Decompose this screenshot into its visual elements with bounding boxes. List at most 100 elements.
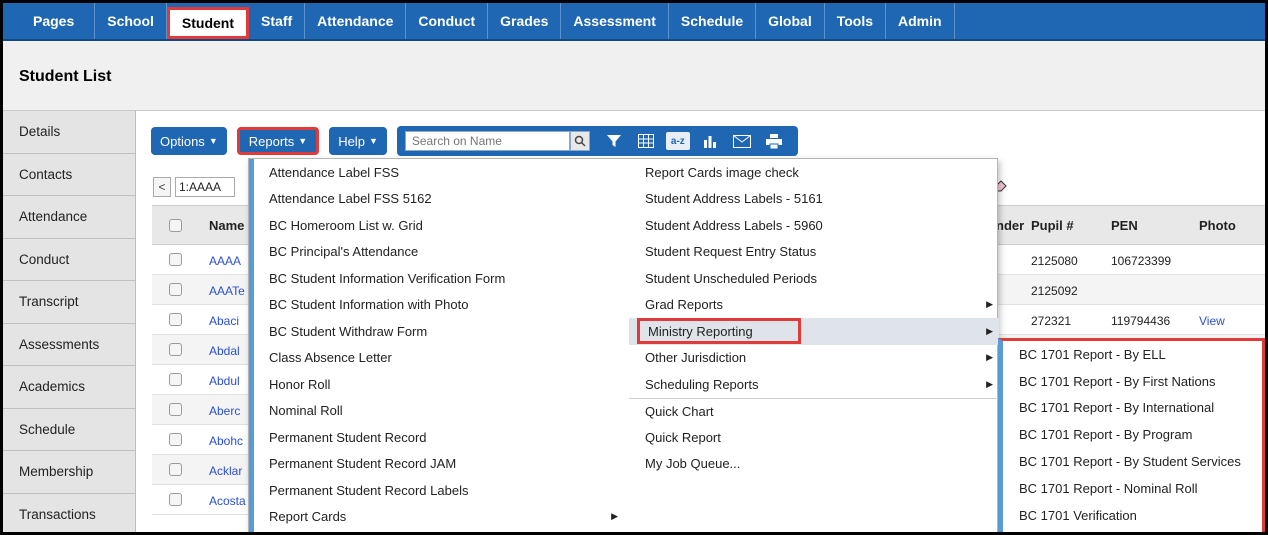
sidebar-item-transactions[interactable]: Transactions [3, 493, 135, 532]
student-name-link[interactable]: Acklar [209, 464, 242, 478]
menu-item[interactable]: BC Principal's Attendance [254, 239, 624, 266]
menu-item[interactable]: Class Absence Letter [254, 345, 624, 372]
sort-az-icon[interactable]: a-z [665, 132, 690, 150]
tab-pages[interactable]: Pages [3, 3, 96, 39]
grid-icon[interactable] [630, 129, 662, 153]
menu-item[interactable]: BC Student Information Verification Form [254, 265, 624, 292]
search-icon[interactable] [569, 131, 590, 151]
select-all-checkbox[interactable] [169, 219, 182, 232]
column-header-photo[interactable]: Photo [1199, 218, 1236, 233]
help-button[interactable]: Help ▼ [329, 127, 387, 155]
submenu-item[interactable]: BC 1701 Verification [1003, 502, 1262, 529]
menu-item[interactable]: Student Address Labels - 5960 [629, 212, 999, 239]
menu-item[interactable]: Permanent Student Record Labels [254, 477, 624, 504]
menu-item[interactable]: Attendance Label FSS [254, 159, 624, 186]
submenu-item-label: BC 1701 Report - By Student Services [1019, 454, 1241, 470]
menu-item[interactable]: My Job Queue... [629, 451, 999, 478]
photo-link[interactable]: View [1199, 314, 1225, 328]
tab-admin[interactable]: Admin [886, 3, 955, 39]
sidebar-item-schedule[interactable]: Schedule [3, 408, 135, 451]
menu-item[interactable]: BC Student Withdraw Form [254, 318, 624, 345]
side-navigation: Details Contacts Attendance Conduct Tran… [3, 111, 136, 532]
tab-school[interactable]: School [95, 3, 167, 39]
options-button[interactable]: Options ▼ [151, 127, 227, 155]
menu-item[interactable]: Ministry Reporting ▶ [629, 318, 999, 345]
menu-item[interactable]: Nominal Roll [254, 398, 624, 425]
search-input[interactable] [404, 131, 570, 151]
tab-attendance[interactable]: Attendance [305, 3, 407, 39]
student-name-link[interactable]: Abohc [209, 434, 243, 448]
tab-assessment[interactable]: Assessment [561, 3, 669, 39]
submenu-item[interactable]: BC 1701 Report - By Program [1003, 421, 1262, 448]
student-name-link[interactable]: Abdul [209, 374, 240, 388]
menu-item-label: Report Cards image check [645, 164, 799, 180]
student-name-link[interactable]: Abdal [209, 344, 240, 358]
submenu-item[interactable]: BC 1701 Report - By ELL [1003, 341, 1262, 368]
student-name-link[interactable]: Acosta [209, 494, 246, 508]
row-checkbox[interactable] [169, 493, 182, 506]
menu-item[interactable]: Quick Chart [629, 397, 999, 425]
student-name-link[interactable]: Aberc [209, 404, 240, 418]
student-name-link[interactable]: Abaci [209, 314, 239, 328]
submenu-item[interactable]: BC 1701 Report - By Student Services [1003, 448, 1262, 475]
menu-item[interactable]: Permanent Student Record [254, 424, 624, 451]
column-header-pen[interactable]: PEN [1111, 218, 1138, 233]
tab-student[interactable]: Student [166, 7, 250, 39]
menu-item[interactable]: Other Jurisdiction ▶ [629, 345, 999, 372]
app-window: Pages School Student Staff Attendance Co… [0, 0, 1268, 535]
student-name-link[interactable]: AAATe [209, 284, 245, 298]
menu-item[interactable]: BC Student Information with Photo [254, 292, 624, 319]
sidebar-item-transcript[interactable]: Transcript [3, 281, 135, 324]
submenu-item[interactable]: BC 1701 Report - Nominal Roll [1003, 475, 1262, 502]
pen-number: 106723399 [1111, 254, 1172, 268]
submenu-item[interactable]: BC 1701 Report - By First Nations [1003, 368, 1262, 395]
menu-item[interactable]: Grad Reports ▶ [629, 292, 999, 319]
row-checkbox[interactable] [169, 343, 182, 356]
tab-conduct[interactable]: Conduct [406, 3, 489, 39]
column-header-gender[interactable]: nder [996, 218, 1024, 233]
sidebar-item-conduct[interactable]: Conduct [3, 238, 135, 281]
reports-button[interactable]: Reports ▼ [236, 127, 320, 155]
print-icon[interactable] [758, 129, 790, 153]
menu-item[interactable]: Honor Roll [254, 371, 624, 398]
sidebar-item-contacts[interactable]: Contacts [3, 153, 135, 196]
student-name-link[interactable]: AAAA [209, 254, 241, 268]
row-checkbox[interactable] [169, 433, 182, 446]
tab-schedule[interactable]: Schedule [669, 3, 757, 39]
column-header-pupil[interactable]: Pupil # [1031, 218, 1074, 233]
row-checkbox[interactable] [169, 463, 182, 476]
filter-icon[interactable] [598, 129, 630, 153]
sidebar-item-membership[interactable]: Membership [3, 451, 135, 494]
tab-tools[interactable]: Tools [825, 3, 887, 39]
tab-global[interactable]: Global [756, 3, 825, 39]
row-checkbox[interactable] [169, 253, 182, 266]
menu-item[interactable]: Quick Report [629, 424, 999, 451]
row-checkbox[interactable] [169, 283, 182, 296]
bar-chart-icon[interactable] [694, 129, 726, 153]
help-label: Help [338, 133, 365, 149]
tab-staff[interactable]: Staff [249, 3, 306, 39]
previous-button[interactable]: < [153, 177, 171, 197]
menu-item[interactable]: Report Cards ▶ [254, 504, 624, 531]
menu-item[interactable]: Scheduling Reports ▶ [629, 371, 999, 398]
sidebar-item-assessments[interactable]: Assessments [3, 323, 135, 366]
row-checkbox[interactable] [169, 373, 182, 386]
menu-item[interactable]: Student Address Labels - 5161 [629, 186, 999, 213]
tab-grades[interactable]: Grades [488, 3, 562, 39]
sidebar-item-details[interactable]: Details [3, 111, 135, 154]
column-header-name[interactable]: Name [209, 218, 244, 233]
record-selector[interactable]: 1:AAAA [175, 177, 235, 197]
menu-item[interactable]: Student Request Entry Status [629, 239, 999, 266]
menu-item[interactable]: Report Cards image check [629, 159, 999, 186]
menu-item[interactable]: Student Unscheduled Periods [629, 265, 999, 292]
submenu-item[interactable]: BC 1701 Report - By International [1003, 395, 1262, 422]
sidebar-item-academics[interactable]: Academics [3, 366, 135, 409]
menu-item[interactable]: Attendance Label FSS 5162 [254, 186, 624, 213]
sidebar-item-attendance[interactable]: Attendance [3, 196, 135, 239]
menu-item[interactable]: BC Homeroom List w. Grid [254, 212, 624, 239]
row-checkbox[interactable] [169, 313, 182, 326]
menu-item[interactable]: Permanent Student Record JAM [254, 451, 624, 478]
options-label: Options [160, 133, 205, 149]
row-checkbox[interactable] [169, 403, 182, 416]
mail-icon[interactable] [726, 129, 758, 153]
